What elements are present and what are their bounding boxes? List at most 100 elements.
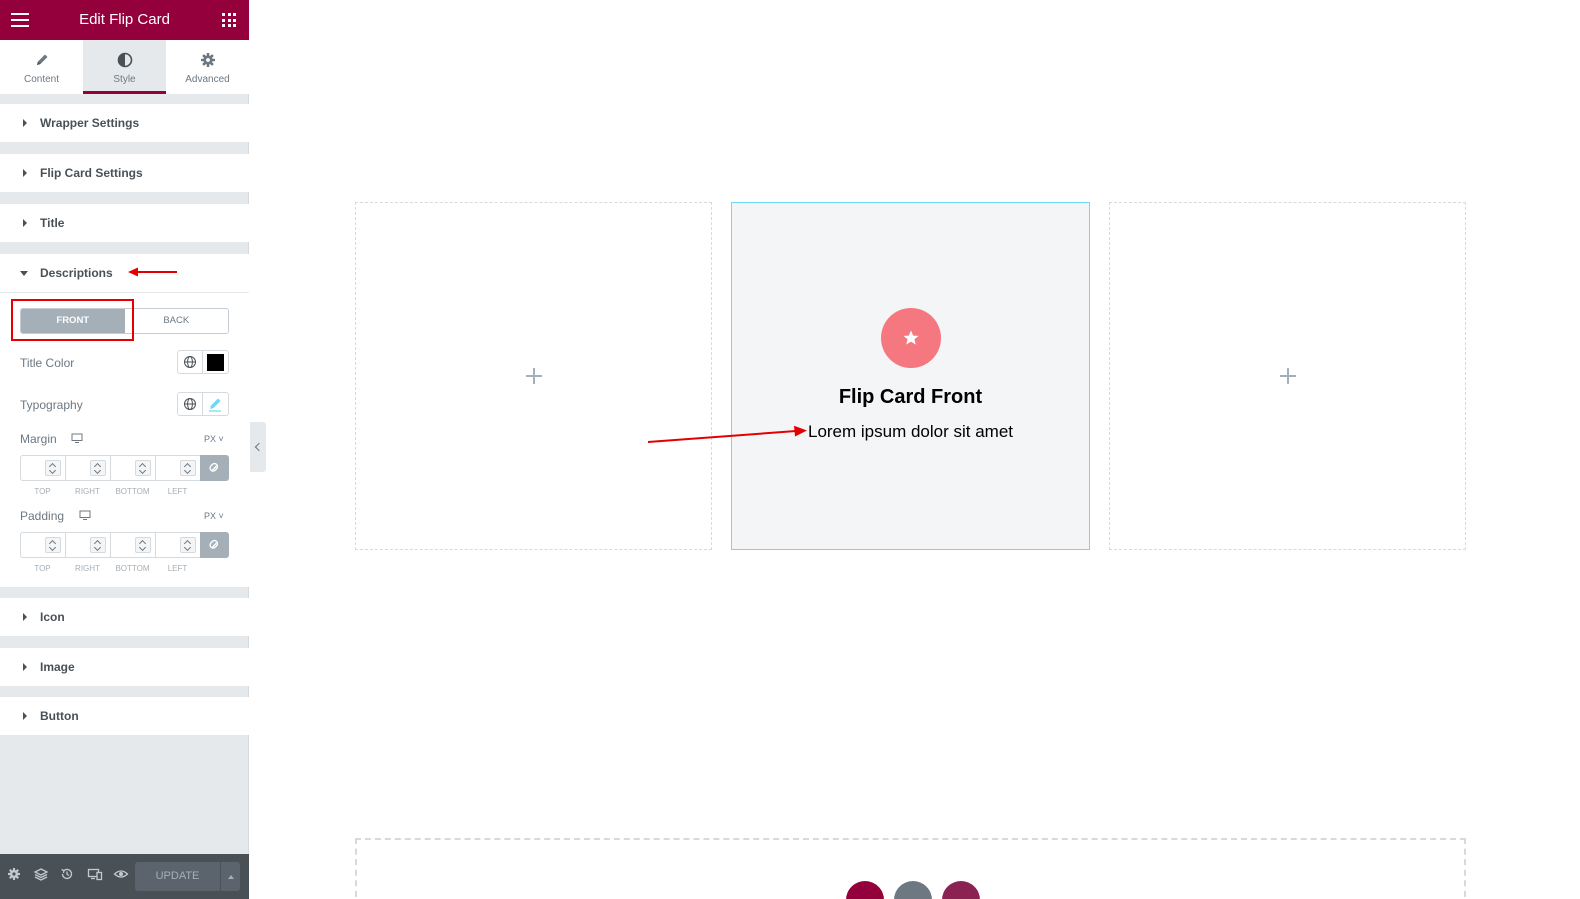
spinner-icon[interactable]: [135, 460, 151, 476]
global-color-button[interactable]: [177, 350, 203, 374]
section-label: Descriptions: [40, 266, 113, 280]
spinner-icon[interactable]: [45, 537, 61, 553]
history-icon[interactable]: [59, 866, 75, 882]
dim-label-right: RIGHT: [75, 564, 100, 573]
back-tab[interactable]: BACK: [124, 309, 228, 333]
padding-left-input[interactable]: [155, 532, 200, 558]
section-wrapper-settings[interactable]: Wrapper Settings: [0, 104, 249, 142]
dim-label-left: LEFT: [167, 564, 188, 573]
padding-dimensions: [20, 532, 229, 558]
globe-icon: [184, 356, 196, 368]
editor-panel: Edit Flip Card Content Style Advanced Wr…: [0, 0, 249, 899]
desktop-icon[interactable]: [79, 510, 91, 521]
section-image[interactable]: Image: [0, 648, 249, 686]
spinner-icon[interactable]: [180, 460, 196, 476]
panel-collapse-handle[interactable]: [250, 422, 266, 472]
dim-label-bottom: BOTTOM: [115, 564, 150, 573]
empty-column-left[interactable]: [355, 202, 712, 550]
front-back-toggle: FRONT BACK: [20, 308, 229, 334]
tab-advanced[interactable]: Advanced: [166, 40, 249, 94]
responsive-mode-icon[interactable]: [87, 866, 103, 882]
edit-typography-button[interactable]: [203, 392, 229, 416]
margin-dim-labels: TOP RIGHT BOTTOM LEFT: [20, 487, 200, 496]
panel-footer: UPDATE: [0, 854, 249, 899]
add-widget-plus-icon[interactable]: [525, 368, 542, 384]
layers-icon[interactable]: [33, 866, 49, 882]
section-label: Flip Card Settings: [40, 166, 143, 180]
dim-label-right: RIGHT: [75, 487, 100, 496]
caret-right-icon: [23, 613, 27, 621]
spinner-icon[interactable]: [135, 537, 151, 553]
add-widget-plus-icon[interactable]: [1279, 368, 1296, 384]
margin-left-input[interactable]: [155, 455, 200, 481]
spinner-icon[interactable]: [90, 460, 106, 476]
section-label: Wrapper Settings: [40, 116, 140, 130]
link-values-button[interactable]: [200, 455, 229, 481]
margin-bottom-input[interactable]: [110, 455, 155, 481]
padding-top-input[interactable]: [20, 532, 65, 558]
tab-advanced-label: Advanced: [185, 74, 230, 85]
panel-tabs: Content Style Advanced: [0, 40, 249, 94]
editor-app: Edit Flip Card Content Style Advanced Wr…: [0, 0, 1580, 899]
card-title: Flip Card Front: [838, 386, 983, 408]
tab-content[interactable]: Content: [0, 40, 83, 94]
card-description: Lorem ipsum dolor sit amet: [807, 422, 1014, 441]
section-label: Button: [40, 709, 79, 723]
section-label: Image: [40, 660, 75, 674]
update-button[interactable]: UPDATE: [135, 862, 220, 891]
card-icon-circle: [881, 308, 941, 368]
margin-dimensions: [20, 455, 229, 481]
spinner-icon[interactable]: [45, 460, 61, 476]
section-flip-card-settings[interactable]: Flip Card Settings: [0, 154, 249, 192]
title-color-picker[interactable]: [203, 350, 229, 374]
margin-right-input[interactable]: [65, 455, 110, 481]
add-template-button[interactable]: [894, 881, 932, 899]
tab-style-label: Style: [113, 74, 136, 85]
update-options-button[interactable]: [220, 862, 240, 891]
pencil-icon: [209, 398, 221, 412]
desktop-icon[interactable]: [71, 433, 83, 444]
empty-column-right[interactable]: [1109, 202, 1466, 550]
settings-gear-icon[interactable]: [6, 866, 22, 882]
padding-unit-select[interactable]: PX ˅: [204, 511, 224, 521]
preview-eye-icon[interactable]: [113, 866, 129, 882]
front-tab[interactable]: FRONT: [21, 309, 125, 333]
padding-label: Padding: [20, 509, 65, 523]
title-color-label: Title Color: [20, 356, 75, 370]
add-section-button[interactable]: [846, 881, 884, 899]
link-values-button[interactable]: [200, 532, 229, 558]
flip-card-widget[interactable]: Flip Card Front Lorem ipsum dolor sit am…: [731, 202, 1090, 550]
link-icon: [209, 539, 219, 549]
link-icon: [209, 462, 219, 472]
caret-right-icon: [23, 119, 27, 127]
margin-unit-select[interactable]: PX ˅: [204, 434, 224, 444]
section-descriptions[interactable]: Descriptions: [0, 254, 249, 292]
caret-right-icon: [23, 663, 27, 671]
section-icon[interactable]: Icon: [0, 598, 249, 636]
caret-right-icon: [23, 219, 27, 227]
spinner-icon[interactable]: [90, 537, 106, 553]
padding-bottom-input[interactable]: [110, 532, 155, 558]
section-label: Title: [40, 216, 65, 230]
typography-label: Typography: [20, 398, 83, 412]
dim-label-left: LEFT: [167, 487, 188, 496]
global-typography-button[interactable]: [177, 392, 203, 416]
dim-label-top: TOP: [34, 487, 51, 496]
spinner-icon[interactable]: [180, 537, 196, 553]
section-title[interactable]: Title: [0, 204, 249, 242]
margin-top-input[interactable]: [20, 455, 65, 481]
pencil-icon: [36, 54, 47, 65]
section-button[interactable]: Button: [0, 697, 249, 735]
widgets-grid-icon[interactable]: [222, 13, 236, 27]
section-label: Icon: [40, 610, 65, 624]
add-new-section-area: [355, 838, 1466, 899]
panel-header: Edit Flip Card: [0, 0, 249, 40]
tab-content-label: Content: [23, 74, 60, 85]
tab-style[interactable]: Style: [83, 40, 166, 94]
star-icon: [903, 330, 919, 345]
templates-library-button[interactable]: [942, 881, 980, 899]
caret-right-icon: [23, 712, 27, 720]
dim-label-top: TOP: [34, 564, 51, 573]
padding-right-input[interactable]: [65, 532, 110, 558]
globe-icon: [184, 398, 196, 410]
